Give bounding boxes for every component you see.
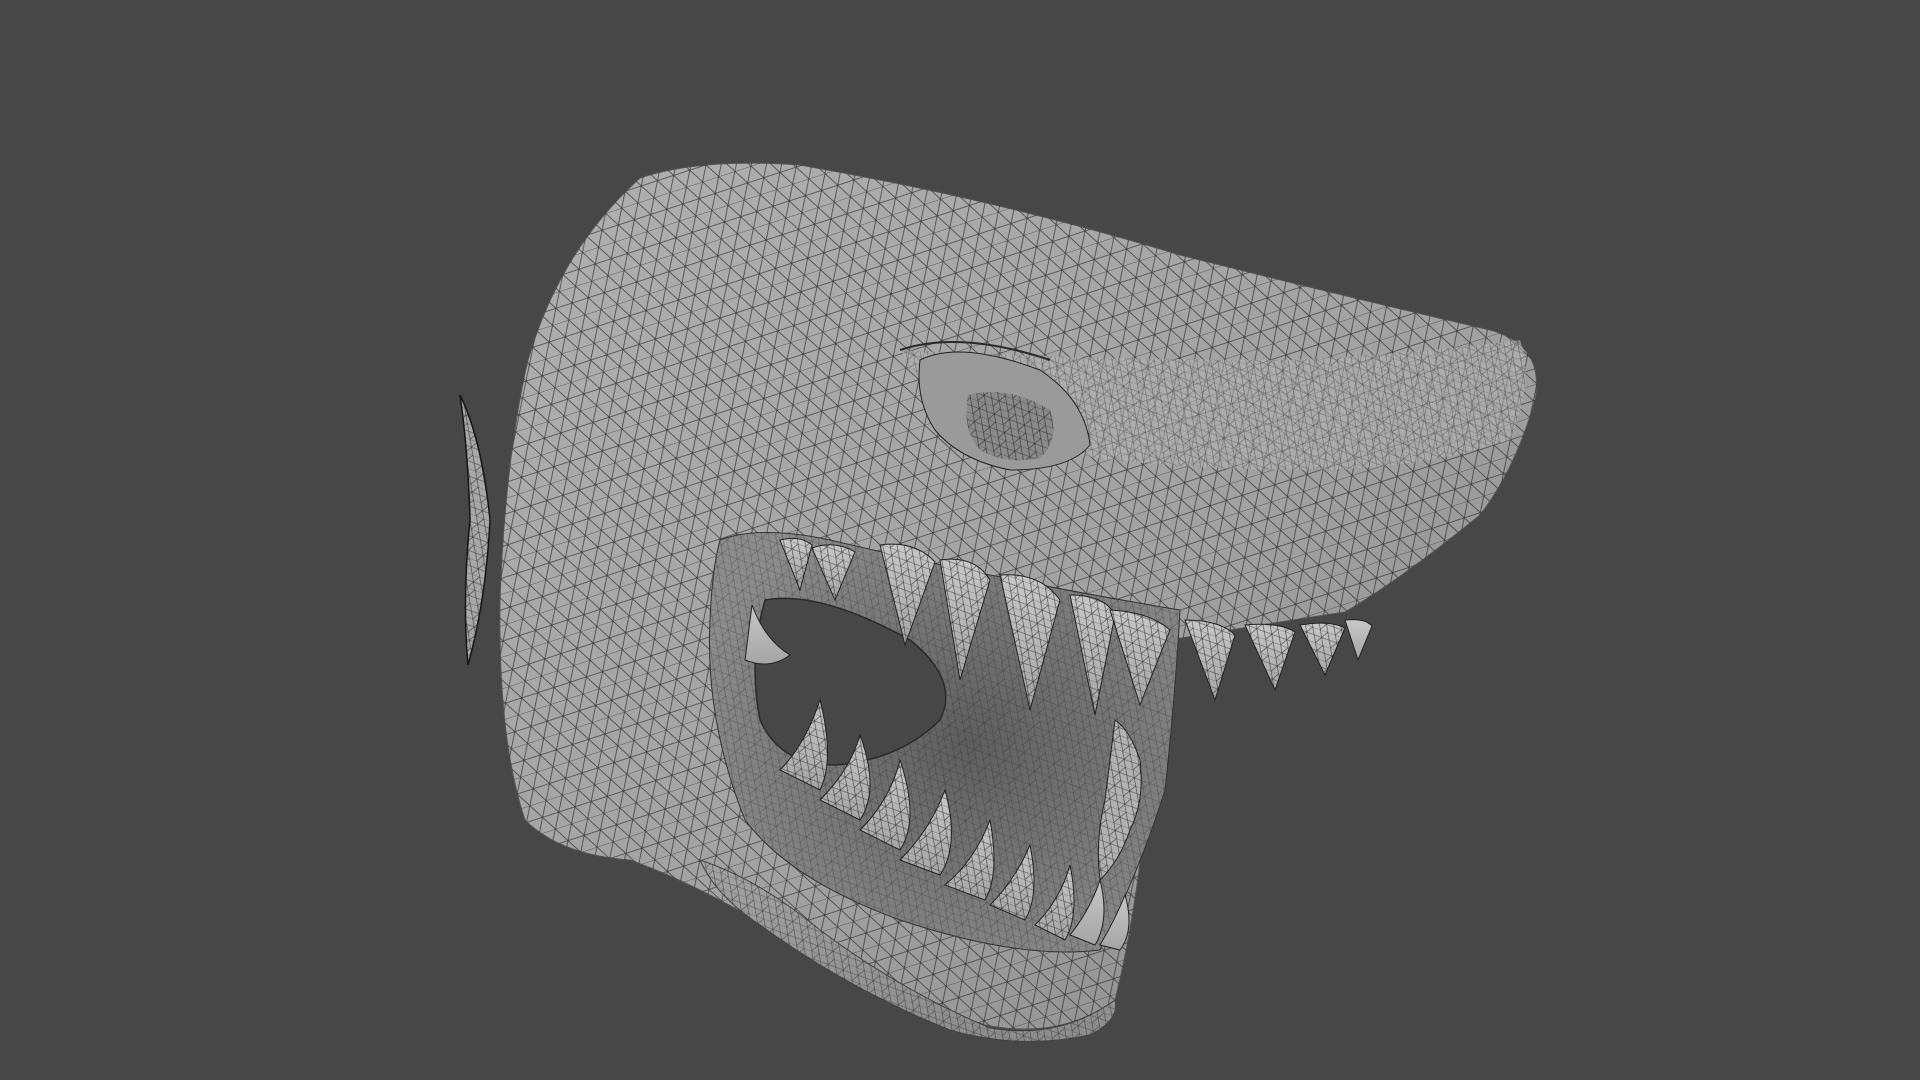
- 3d-viewport[interactable]: [0, 0, 1920, 1080]
- side-fin: [459, 394, 491, 666]
- shark-head-render: [459, 162, 1537, 1042]
